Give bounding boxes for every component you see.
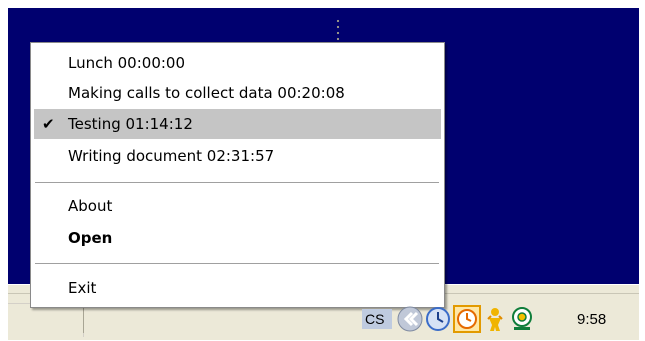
menu-item-label: Exit [68, 279, 97, 297]
menu-item-label: About [68, 197, 113, 215]
menu-separator [35, 182, 439, 183]
context-menu: Lunch 00:00:00 Making calls to collect d… [30, 42, 445, 308]
menu-item-task-making-calls[interactable]: Making calls to collect data 00:20:08 [34, 78, 441, 108]
timer-icon[interactable] [453, 305, 481, 333]
taskbar-clock[interactable]: 9:58 [577, 306, 606, 334]
menu-item-label: Open [68, 229, 113, 247]
menu-item-label: Testing 01:14:12 [68, 115, 193, 133]
menu-item-open[interactable]: Open [34, 223, 441, 253]
language-indicator[interactable]: CS [362, 309, 392, 329]
checkmark-icon: ✔ [42, 115, 55, 133]
taskbar-button[interactable] [8, 303, 84, 337]
menu-item-task-lunch[interactable]: Lunch 00:00:00 [34, 48, 441, 78]
menu-item-label: Lunch 00:00:00 [68, 54, 185, 72]
menu-item-task-testing[interactable]: ✔ Testing 01:14:12 [34, 109, 441, 139]
messenger-icon[interactable] [481, 305, 509, 333]
menu-item-exit[interactable]: Exit [34, 273, 441, 303]
menu-item-task-writing-document[interactable]: Writing document 02:31:57 [34, 141, 441, 171]
network-icon[interactable] [508, 305, 536, 333]
show-hidden-icons-icon[interactable] [396, 305, 424, 333]
clock-app-icon[interactable] [424, 305, 452, 333]
menu-item-label: Writing document 02:31:57 [68, 147, 275, 165]
menu-item-about[interactable]: About [34, 191, 441, 221]
menu-separator [35, 263, 439, 264]
menu-item-label: Making calls to collect data 00:20:08 [68, 84, 345, 102]
